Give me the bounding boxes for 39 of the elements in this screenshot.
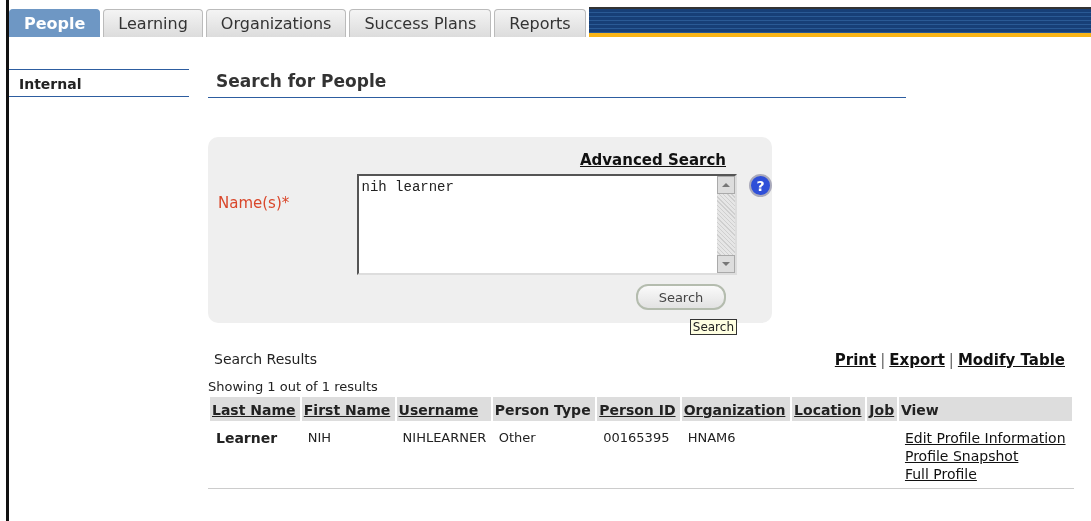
column-header[interactable]: Last Name	[210, 397, 300, 421]
results-summary: Showing 1 out of 1 results	[208, 379, 379, 394]
separator: |	[948, 351, 954, 369]
table-cell: Learner	[216, 430, 278, 446]
profile-link[interactable]: Profile Snapshot	[904, 448, 1070, 464]
scroll-down-icon[interactable]	[717, 255, 736, 273]
action-link[interactable]: Export	[889, 351, 945, 369]
profile-link[interactable]: Full Profile	[904, 466, 1070, 482]
field-label: Name(s)*	[217, 194, 291, 212]
tab[interactable]: Organizations	[205, 9, 347, 37]
advanced-search-link[interactable]: Advanced Search	[580, 151, 726, 169]
scroll-up-icon[interactable]	[717, 176, 736, 194]
tab[interactable]: Learning	[103, 9, 203, 37]
action-link[interactable]: Modify Table	[957, 351, 1065, 369]
sidebar-item[interactable]: Internal	[9, 69, 189, 97]
table-cell: NIHLEARNER	[402, 430, 487, 445]
action-link[interactable]: Print	[834, 351, 877, 369]
profile-link[interactable]: Edit Profile Information	[904, 430, 1070, 446]
names-field[interactable]: nih learner	[357, 174, 738, 275]
column-header[interactable]: First Name	[301, 397, 395, 421]
tooltip: Search	[689, 319, 737, 335]
table-cell: Other	[498, 430, 536, 445]
page-title: Search for People	[216, 71, 387, 91]
search-button[interactable]: Search	[636, 284, 726, 310]
column-header[interactable]: Job	[867, 397, 897, 421]
help-button[interactable]: ?	[749, 174, 772, 197]
column-header: View	[898, 397, 1072, 421]
tab[interactable]: Reports	[494, 9, 586, 37]
table-cell: NIH	[307, 430, 332, 445]
column-header[interactable]: Organization	[681, 397, 791, 421]
tab[interactable]: Success Plans	[349, 9, 492, 37]
table-cell: 00165395	[603, 430, 670, 445]
column-header[interactable]: Location	[792, 397, 866, 421]
column-header[interactable]: Person ID	[597, 397, 680, 421]
column-header: Person Type	[492, 397, 596, 421]
section-title: Search Results	[214, 351, 318, 369]
table-cell: HNAM6	[687, 430, 736, 445]
separator: |	[880, 351, 886, 369]
column-header[interactable]: Username	[396, 397, 491, 421]
